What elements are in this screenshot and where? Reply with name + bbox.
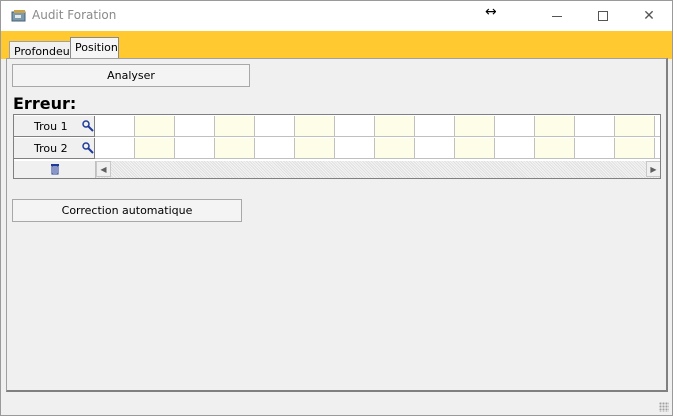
minimize-button[interactable] — [534, 1, 580, 31]
tab-label: Profondeur — [14, 45, 75, 58]
grid-cell[interactable] — [535, 116, 575, 137]
grid-row-trou-2: Trou 2 — [14, 138, 660, 159]
tab-profondeur[interactable]: Profondeur — [9, 41, 75, 59]
search-icon[interactable] — [82, 142, 94, 154]
grid-cell[interactable] — [175, 116, 215, 137]
row-label: Trou 1 — [34, 120, 68, 133]
window-title: Audit Foration — [32, 8, 117, 22]
grid-cell[interactable] — [455, 116, 495, 137]
grid-cell[interactable] — [95, 116, 135, 137]
grid-cell[interactable] — [655, 116, 660, 137]
app-icon — [11, 10, 26, 22]
row-header[interactable]: Trou 2 — [14, 138, 95, 159]
status-bar — [1, 394, 672, 415]
grid-cell[interactable] — [255, 138, 295, 159]
tab-panel — [6, 58, 668, 392]
chevron-right-icon: ▶ — [650, 164, 657, 174]
grid-cell[interactable] — [135, 138, 175, 159]
chevron-left-icon: ◀ — [100, 164, 107, 174]
close-button[interactable]: ✕ — [626, 1, 672, 31]
grid-cell[interactable] — [415, 138, 455, 159]
scroll-left-button[interactable]: ◀ — [96, 161, 111, 177]
grid-cell[interactable] — [615, 138, 655, 159]
grid-cell[interactable] — [215, 116, 255, 137]
grid-cell[interactable] — [495, 116, 535, 137]
grid-cell[interactable] — [415, 116, 455, 137]
minimize-icon — [552, 15, 562, 17]
main-window: Audit Foration ↔ ✕ Profondeur Position A… — [0, 0, 673, 416]
grid-cell[interactable] — [575, 138, 615, 159]
grid-cell[interactable] — [295, 138, 335, 159]
row-header[interactable]: Trou 1 — [14, 116, 95, 137]
maximize-icon — [598, 11, 608, 21]
trash-icon[interactable] — [50, 163, 60, 175]
resize-grip-icon[interactable] — [659, 402, 669, 412]
grid-cell[interactable] — [295, 116, 335, 137]
grid-cell[interactable] — [375, 116, 415, 137]
grid-cell[interactable] — [95, 138, 135, 159]
row-label: Trou 2 — [34, 142, 68, 155]
grid-cell[interactable] — [535, 138, 575, 159]
error-grid: Trou 1 Trou 2 ◀ ▶ — [13, 114, 661, 179]
close-icon: ✕ — [643, 8, 655, 24]
scroll-right-button[interactable]: ▶ — [646, 161, 660, 177]
grid-cell[interactable] — [335, 116, 375, 137]
grid-cell[interactable] — [575, 116, 615, 137]
grid-cell[interactable] — [375, 138, 415, 159]
grid-cell[interactable] — [175, 138, 215, 159]
resize-cursor-icon: ↔ — [485, 4, 497, 20]
grid-cell[interactable] — [615, 116, 655, 137]
horizontal-scrollbar[interactable]: ◀ ▶ — [95, 161, 660, 178]
grid-cell[interactable] — [335, 138, 375, 159]
tab-position[interactable]: Position — [70, 37, 119, 59]
grid-footer: ◀ ▶ — [14, 161, 660, 178]
analyser-button[interactable]: Analyser — [12, 64, 250, 87]
grid-cell[interactable] — [655, 138, 660, 159]
grid-cell[interactable] — [495, 138, 535, 159]
grid-row-trou-1: Trou 1 — [14, 116, 660, 137]
search-icon[interactable] — [82, 120, 94, 132]
correction-automatique-button[interactable]: Correction automatique — [12, 199, 242, 222]
tab-label: Position — [75, 41, 118, 54]
grid-cell[interactable] — [215, 138, 255, 159]
grid-cell[interactable] — [255, 116, 295, 137]
grid-cell[interactable] — [135, 116, 175, 137]
title-bar[interactable]: Audit Foration ↔ ✕ — [1, 1, 672, 31]
erreur-label: Erreur: — [13, 94, 77, 113]
maximize-button[interactable] — [580, 1, 626, 31]
grid-cell[interactable] — [455, 138, 495, 159]
